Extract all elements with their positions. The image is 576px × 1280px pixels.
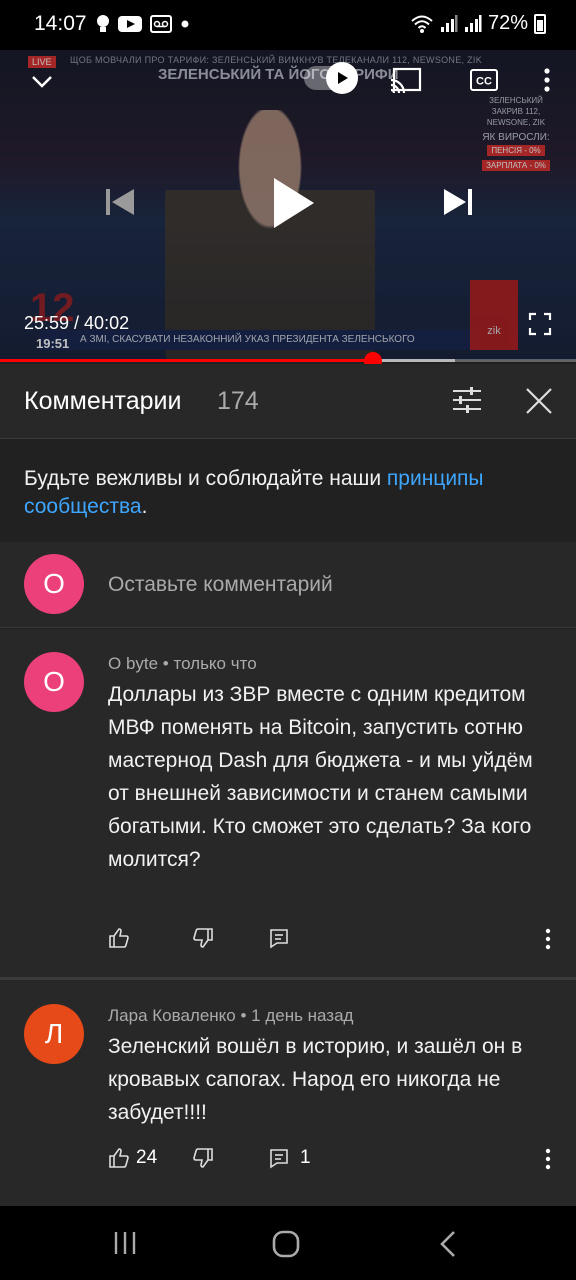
thumbs-down-icon: [193, 1148, 213, 1168]
video-time-display: 25:59 / 40:02: [24, 313, 130, 333]
closed-captions-icon[interactable]: CC: [470, 68, 498, 92]
comment-actions: 24 1: [108, 1147, 558, 1177]
previous-video-icon[interactable]: [104, 186, 136, 218]
community-guidelines-notice: Будьте вежливы и соблюдайте наши принцип…: [0, 438, 576, 542]
dislike-button[interactable]: [192, 1147, 214, 1174]
status-bar: 14:07 72%: [0, 0, 576, 50]
avatar[interactable]: O: [24, 652, 84, 712]
reply-button[interactable]: [268, 927, 290, 949]
home-icon[interactable]: [272, 1230, 300, 1258]
signal-icon: [464, 14, 482, 32]
back-icon[interactable]: [438, 1230, 458, 1258]
status-time: 14:07: [34, 12, 87, 35]
youtube-icon: [118, 16, 142, 32]
battery-percent: 72%: [487, 12, 528, 34]
like-count: 24: [136, 1147, 158, 1168]
autoplay-play-icon: [338, 72, 348, 84]
cast-icon[interactable]: [390, 66, 422, 94]
comment-text: Доллары из ЗВР вместе с одним кредитом М…: [108, 683, 533, 871]
comments-header: Комментарии 174: [0, 364, 576, 438]
signal-icon: [440, 14, 458, 32]
like-button[interactable]: 24: [108, 1147, 157, 1169]
fullscreen-icon[interactable]: [528, 312, 552, 336]
comment-text: Зеленский вошёл в историю, и зашёл он в …: [108, 1035, 523, 1124]
battery-icon: [534, 13, 546, 34]
comment-meta: O byte • только что: [108, 654, 257, 673]
comment-item: O O byte • только что Доллары из ЗВР вме…: [0, 629, 576, 977]
voicemail-icon: [150, 15, 172, 33]
dot-icon: [181, 20, 189, 28]
avatar: O: [24, 554, 84, 614]
play-icon[interactable]: [270, 176, 316, 230]
system-nav-bar: [0, 1206, 576, 1280]
comments-title: Комментарии: [24, 387, 182, 415]
autoplay-toggle[interactable]: [304, 62, 358, 94]
avatar[interactable]: Л: [24, 1004, 84, 1064]
thumbs-down-icon: [193, 928, 213, 948]
sort-filter-icon[interactable]: [452, 386, 482, 414]
more-options-icon[interactable]: [540, 66, 554, 94]
thumbs-up-icon: [109, 928, 129, 948]
add-comment-input[interactable]: Оставьте комментарий: [108, 573, 333, 597]
reply-button[interactable]: 1: [268, 1147, 311, 1169]
progress-played: [0, 359, 374, 362]
comment-item: Л Лара Коваленко • 1 день назад Зеленски…: [0, 980, 576, 1206]
recent-apps-icon[interactable]: [112, 1230, 138, 1256]
comments-count: 174: [217, 387, 259, 415]
next-video-icon[interactable]: [442, 186, 474, 218]
reply-count: 1: [300, 1147, 311, 1168]
comment-meta: Лара Коваленко • 1 день назад: [108, 1006, 354, 1025]
collapse-chevron-icon[interactable]: [28, 68, 56, 96]
wifi-icon: [411, 15, 433, 33]
video-progress-bar[interactable]: [0, 352, 576, 370]
add-comment-row[interactable]: O Оставьте комментарий: [0, 542, 576, 628]
thumbs-up-icon: [109, 1148, 129, 1168]
lightbulb-icon: [97, 15, 109, 32]
video-player[interactable]: LIVE ЩОБ МОВЧАЛИ ПРО ТАРИФИ: ЗЕЛЕНСЬКИЙ …: [0, 50, 576, 360]
svg-text:CC: CC: [476, 76, 492, 88]
reply-icon: [270, 929, 288, 949]
comment-actions: [108, 927, 558, 957]
dislike-button[interactable]: [192, 927, 214, 954]
comment-more-icon[interactable]: [542, 927, 554, 951]
reply-icon: [270, 1149, 288, 1169]
like-button[interactable]: [108, 927, 130, 949]
close-icon[interactable]: [524, 386, 554, 416]
comment-more-icon[interactable]: [542, 1147, 554, 1171]
